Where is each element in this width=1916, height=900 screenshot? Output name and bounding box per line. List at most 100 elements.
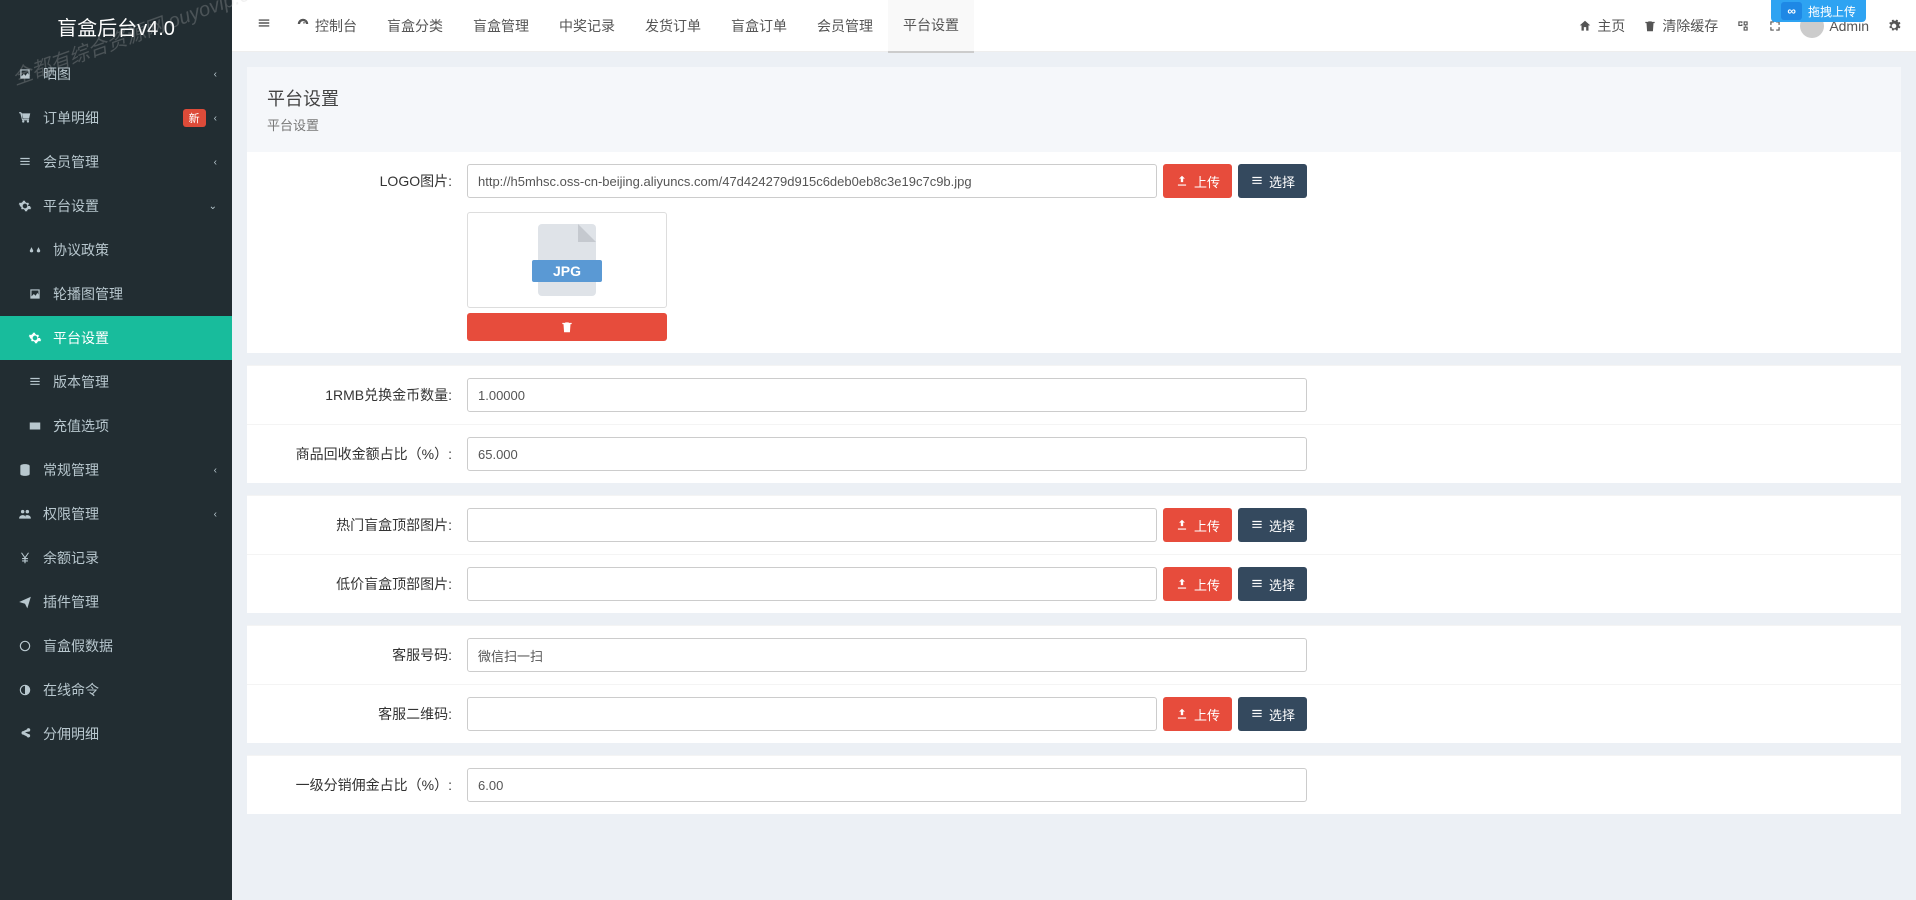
logo-upload-label: 上传 [1194,172,1220,191]
sidebar-item-1[interactable]: 订单明细新‹ [0,96,232,140]
service-no-input[interactable] [467,638,1307,672]
sidebar-item-12[interactable]: 插件管理 [0,580,232,624]
sidebar-item-5[interactable]: 轮播图管理 [0,272,232,316]
top-nav: 控制台盲盒分类盲盒管理中奖记录 发货订单盲盒订单会员管理平台设置 主页 清除缓存 [232,0,1916,52]
nav-tab-2[interactable]: 盲盒管理 [458,0,544,53]
sidebar-item-label: 版本管理 [53,372,217,392]
recycle-input[interactable] [467,437,1307,471]
commission-input[interactable] [467,768,1307,802]
gear-icon [15,199,35,213]
sidebar-item-9[interactable]: 常规管理‹ [0,448,232,492]
home-icon [1578,19,1592,33]
database-icon [15,463,35,477]
service-qr-upload-button[interactable]: 上传 [1163,697,1232,731]
language-icon [1736,19,1750,33]
list-icon [1250,577,1264,591]
logo-select-button[interactable]: 选择 [1238,164,1307,198]
menu-toggle-button[interactable] [247,16,281,35]
upload-icon [1175,707,1189,721]
cogs-icon [1887,19,1901,33]
nav-tab-0[interactable]: 控制台 [281,0,372,53]
panel-header: 平台设置 平台设置 [247,67,1901,152]
sidebar-item-14[interactable]: 在线命令 [0,668,232,712]
hot-img-select-button[interactable]: 选择 [1238,508,1307,542]
nav-tab-1[interactable]: 盲盒分类 [372,0,458,53]
panel-subtitle: 平台设置 [267,115,1881,134]
sidebar-item-0[interactable]: 晒图‹ [0,52,232,96]
nav-tab-label: 发货订单 [645,16,701,36]
sidebar-item-7[interactable]: 版本管理 [0,360,232,404]
low-img-select-label: 选择 [1269,575,1295,594]
form-row-hot-img: 热门盲盒顶部图片: 上传 选择 [247,495,1901,554]
commission-label: 一级分销佣金占比（%）: [267,768,467,795]
jpg-tag: JPG [532,260,602,282]
hot-img-select-label: 选择 [1269,516,1295,535]
sidebar-item-4[interactable]: 协议政策 [0,228,232,272]
logo-select-label: 选择 [1269,172,1295,191]
settings-link[interactable] [1887,19,1901,33]
nav-tab-label: 中奖记录 [559,16,615,36]
form-row-logo: LOGO图片: 上传 选择 [247,152,1901,353]
lang-toggle[interactable] [1736,19,1750,33]
sidebar-item-label: 轮播图管理 [53,284,217,304]
hot-img-input[interactable] [467,508,1157,542]
service-qr-select-button[interactable]: 选择 [1238,697,1307,731]
sidebar-item-3[interactable]: 平台设置⌄ [0,184,232,228]
sidebar-item-2[interactable]: 会员管理‹ [0,140,232,184]
sidebar-item-6[interactable]: 平台设置 [0,316,232,360]
yen-icon [15,551,35,565]
logo-delete-button[interactable] [467,313,667,341]
logo-upload-button[interactable]: 上传 [1163,164,1232,198]
sidebar-item-label: 协议政策 [53,240,217,260]
drag-upload-badge[interactable]: ∞ 拖拽上传 [1771,0,1866,22]
low-img-upload-button[interactable]: 上传 [1163,567,1232,601]
low-img-select-button[interactable]: 选择 [1238,567,1307,601]
home-link[interactable]: 主页 [1578,16,1625,36]
low-img-label: 低价盲盒顶部图片: [267,567,467,594]
image-icon [15,67,35,81]
nav-tab-7[interactable]: 平台设置 [888,0,974,53]
sidebar-item-label: 平台设置 [43,196,209,216]
sidebar-item-label: 充值选项 [53,416,217,436]
form-row-service-qr: 客服二维码: 上传 选择 [247,684,1901,743]
exchange-label: 1RMB兑换金币数量: [267,378,467,405]
sidebar-item-13[interactable]: 盲盒假数据 [0,624,232,668]
sidebar-item-label: 盲盒假数据 [43,636,217,656]
topnav-tabs: 控制台盲盒分类盲盒管理中奖记录 发货订单盲盒订单会员管理平台设置 [281,0,974,53]
share-icon [15,727,35,741]
sidebar-item-11[interactable]: 余额记录 [0,536,232,580]
nav-tab-6[interactable]: 会员管理 [802,0,888,53]
form-row-exchange: 1RMB兑换金币数量: [247,365,1901,424]
chevron-icon: ‹ [214,509,217,520]
nav-tab-label: 会员管理 [817,16,873,36]
bars-icon [257,16,271,30]
sidebar-item-15[interactable]: 分佣明细 [0,712,232,756]
nav-tab-label: 盲盒分类 [387,16,443,36]
clear-cache-link[interactable]: 清除缓存 [1643,16,1718,36]
exchange-input[interactable] [467,378,1307,412]
sidebar-item-10[interactable]: 权限管理‹ [0,492,232,536]
list-icon [1250,174,1264,188]
main-area: 控制台盲盒分类盲盒管理中奖记录发货订单盲盒订单会员管理平台设置 主页 清除缓存 [232,0,1916,900]
service-qr-label: 客服二维码: [267,697,467,724]
service-qr-input[interactable] [467,697,1157,731]
upload-icon [1175,174,1189,188]
low-img-input[interactable] [467,567,1157,601]
form-row-commission: 一级分销佣金占比（%）: [247,755,1901,814]
nav-tab-4[interactable]: 发货订单 [630,0,716,53]
trash-icon [560,320,574,334]
hot-img-upload-button[interactable]: 上传 [1163,508,1232,542]
sidebar-item-8[interactable]: 充值选项 [0,404,232,448]
form-row-low-img: 低价盲盒顶部图片: 上传 选择 [247,554,1901,613]
drag-upload-label: 拖拽上传 [1808,3,1856,20]
nav-tab-3[interactable]: 中奖记录 [544,0,630,53]
sidebar-menu: 晒图‹订单明细新‹会员管理‹平台设置⌄协议政策轮播图管理平台设置版本管理充值选项… [0,52,232,900]
logo-input[interactable] [467,164,1157,198]
panel-title: 平台设置 [267,85,1881,111]
sidebar-item-label: 余额记录 [43,548,217,568]
upload-icon [1175,518,1189,532]
sidebar-item-label: 订单明细 [43,108,183,128]
list-icon [15,155,35,169]
contrast-icon [15,683,35,697]
nav-tab-5[interactable]: 盲盒订单 [716,0,802,53]
